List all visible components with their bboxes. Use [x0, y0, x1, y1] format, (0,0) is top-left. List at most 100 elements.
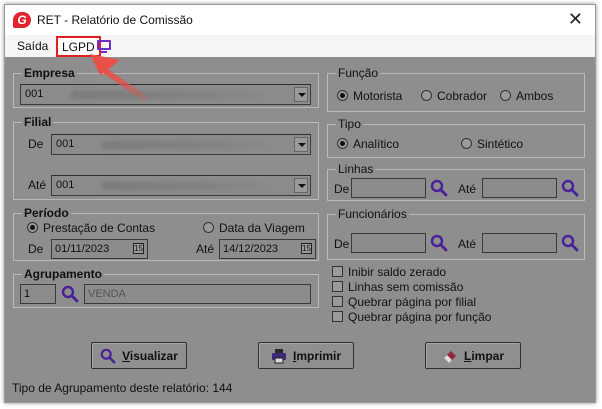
- linhas-de-input[interactable]: [351, 178, 426, 198]
- empresa-select[interactable]: 001: [20, 84, 311, 105]
- filial-ate-label: Até: [28, 178, 47, 192]
- filial-de-select[interactable]: 001: [51, 134, 311, 155]
- window-title: RET - Relatório de Comissão: [37, 13, 193, 27]
- limpar-label: Limpar: [463, 348, 505, 363]
- radio-motorista[interactable]: Motorista: [337, 89, 402, 103]
- limpar-button[interactable]: Limpar: [425, 342, 521, 369]
- radio-dot-selected: [337, 138, 348, 149]
- menu-bar: Saída LGPD: [5, 35, 595, 57]
- checkbox-box: [332, 266, 343, 277]
- search-icon[interactable]: [561, 234, 579, 252]
- agrupamento-group: Agrupamento 1 VENDA: [13, 267, 319, 308]
- checkbox-label: Inibir saldo zerado: [348, 265, 447, 279]
- radio-label: Cobrador: [437, 89, 488, 103]
- search-icon[interactable]: [561, 179, 579, 197]
- menu-item-saida[interactable]: Saída: [17, 39, 48, 53]
- funcionarios-de-label: De: [334, 237, 350, 251]
- periodo-title: Período: [22, 206, 71, 220]
- chevron-down-icon[interactable]: [294, 137, 308, 152]
- checkbox-quebrar-filial[interactable]: Quebrar página por filial: [332, 295, 476, 309]
- filial-group: Filial De 001 Até 001: [13, 115, 319, 200]
- funcionarios-group: Funcionários De Até: [327, 207, 585, 260]
- imprimir-label: Imprimir: [292, 348, 342, 363]
- radio-dot: [203, 222, 214, 233]
- linhas-de-label: De: [334, 182, 350, 196]
- radio-ambos[interactable]: Ambos: [500, 89, 553, 103]
- search-icon[interactable]: [61, 285, 79, 303]
- periodo-ate-date[interactable]: 14/12/2023 15: [219, 239, 316, 259]
- checkbox-label: Linhas sem comissão: [348, 280, 464, 294]
- empresa-group: Empresa 001: [13, 66, 319, 108]
- filial-de-value: 001: [56, 138, 75, 150]
- agrupamento-code-input[interactable]: 1: [20, 284, 56, 304]
- linhas-group: Linhas De Até: [327, 162, 585, 201]
- radio-sintetico[interactable]: Sintético: [461, 137, 523, 151]
- radio-cobrador[interactable]: Cobrador: [421, 89, 487, 103]
- radio-dot: [461, 138, 472, 149]
- radio-dot: [500, 90, 511, 101]
- linhas-ate-label: Até: [458, 182, 477, 196]
- form-area: Empresa 001 Filial De 001 Até 001 Períod…: [5, 57, 595, 402]
- radio-dot-selected: [337, 90, 348, 101]
- periodo-de-value: 01/11/2023: [55, 243, 110, 255]
- funcao-title: Função: [336, 66, 381, 80]
- filial-ate-name-redacted: [102, 182, 280, 190]
- periodo-de-label: De: [28, 242, 44, 256]
- visualizar-label: Visualizar: [122, 348, 178, 363]
- funcionarios-ate-input[interactable]: [482, 233, 557, 253]
- agrupamento-title: Agrupamento: [22, 267, 104, 281]
- periodo-ate-label: Até: [196, 242, 215, 256]
- filial-ate-select[interactable]: 001: [51, 175, 311, 196]
- calendar-icon[interactable]: 15: [133, 243, 144, 254]
- checkbox-box: [332, 281, 343, 292]
- close-icon[interactable]: ✕: [568, 9, 583, 29]
- search-icon[interactable]: [430, 179, 448, 197]
- radio-prestacao-contas[interactable]: Prestação de Contas: [27, 221, 155, 235]
- radio-dot: [421, 90, 432, 101]
- menu-item-lgpd[interactable]: LGPD: [56, 36, 101, 57]
- checkbox-linhas-sem-comissao[interactable]: Linhas sem comissão: [332, 280, 463, 294]
- filial-ate-value: 001: [56, 179, 75, 191]
- tipo-title: Tipo: [336, 117, 363, 131]
- title-bar: G RET - Relatório de Comissão ✕: [5, 5, 595, 35]
- chevron-down-icon[interactable]: [294, 87, 308, 102]
- funcao-group: Função Motorista Cobrador Ambos: [327, 66, 585, 112]
- radio-analitico[interactable]: Analítico: [337, 137, 399, 151]
- linhas-ate-input[interactable]: [482, 178, 557, 198]
- filial-de-name-redacted: [102, 141, 280, 149]
- filial-title: Filial: [22, 115, 54, 129]
- agrupamento-description: VENDA: [84, 284, 311, 304]
- funcionarios-de-input[interactable]: [351, 233, 426, 253]
- radio-label: Analítico: [353, 137, 400, 151]
- search-icon[interactable]: [430, 234, 448, 252]
- calendar-icon[interactable]: 15: [301, 243, 312, 254]
- filial-de-label: De: [28, 137, 44, 151]
- linhas-title: Linhas: [336, 162, 376, 176]
- imprimir-button[interactable]: Imprimir: [258, 342, 354, 369]
- funcionarios-title: Funcionários: [336, 207, 409, 221]
- periodo-ate-value: 14/12/2023: [223, 243, 279, 255]
- chevron-down-icon[interactable]: [294, 178, 308, 193]
- tipo-group: Tipo Analítico Sintético: [327, 117, 585, 158]
- checkbox-inibir-saldo-zerado[interactable]: Inibir saldo zerado: [332, 265, 446, 279]
- empresa-value: 001: [25, 88, 44, 100]
- radio-label: Sintético: [477, 137, 524, 151]
- radio-data-viagem[interactable]: Data da Viagem: [203, 221, 305, 235]
- report-window: G RET - Relatório de Comissão ✕ Saída LG…: [4, 4, 596, 403]
- checkbox-label: Quebrar página por filial: [348, 295, 477, 309]
- monitor-icon[interactable]: [97, 40, 111, 53]
- checkbox-quebrar-funcao[interactable]: Quebrar página por função: [332, 310, 491, 324]
- empresa-name-redacted: [71, 91, 280, 99]
- app-logo-icon: G: [13, 12, 31, 28]
- periodo-de-date[interactable]: 01/11/2023 15: [51, 239, 148, 259]
- visualizar-button[interactable]: Visualizar: [91, 342, 187, 369]
- funcionarios-ate-label: Até: [458, 237, 477, 251]
- status-text: Tipo de Agrupamento deste relatório: 144: [12, 381, 233, 395]
- printer-icon: [271, 348, 286, 363]
- agrupamento-code: 1: [24, 288, 31, 300]
- checkbox-label: Quebrar página por função: [348, 310, 492, 324]
- radio-label: Prestação de Contas: [43, 221, 156, 235]
- checkbox-box: [332, 296, 343, 307]
- radio-label: Motorista: [353, 89, 403, 103]
- radio-label: Data da Viagem: [219, 221, 305, 235]
